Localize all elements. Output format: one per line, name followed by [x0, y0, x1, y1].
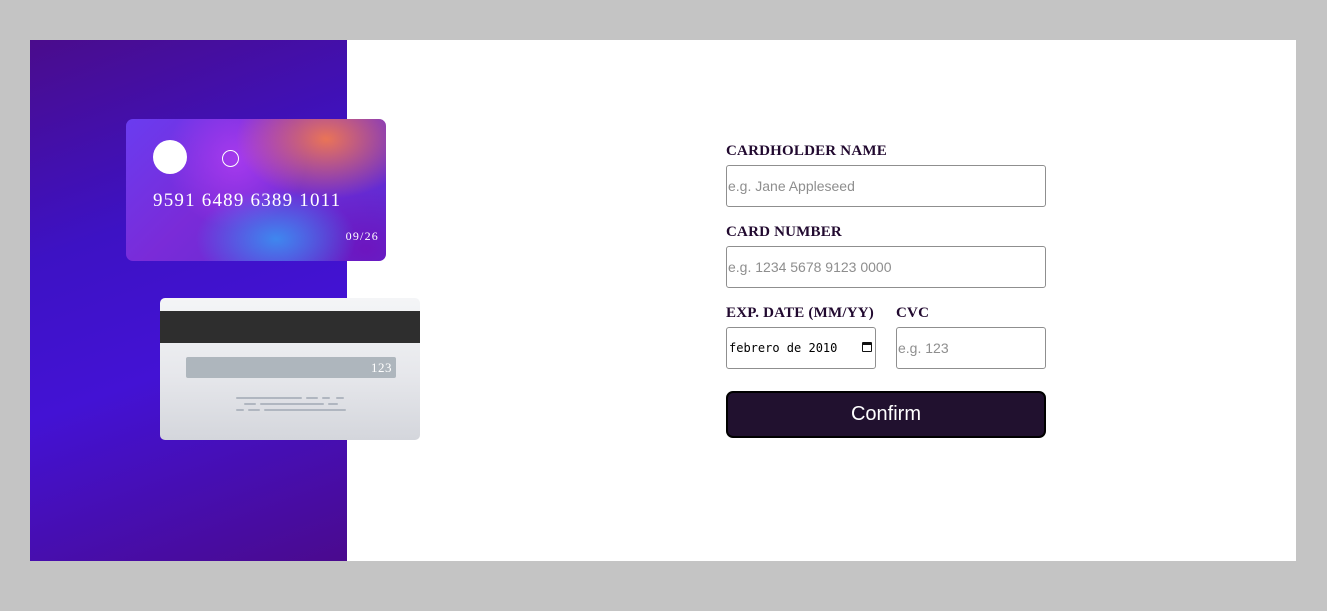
- card-front-number: 9591 6489 6389 1011: [153, 190, 342, 211]
- page-frame: 9591 6489 6389 1011 09/26 123 CARDHOLDER…: [30, 40, 1296, 561]
- card-back-fine-print: [236, 397, 346, 415]
- card-number-input[interactable]: [726, 246, 1046, 288]
- cvc-input[interactable]: [896, 327, 1046, 369]
- cardholder-group: CARDHOLDER NAME: [726, 143, 1046, 207]
- fine-print-line: [322, 397, 330, 399]
- fine-print-line: [248, 409, 260, 411]
- fine-print-line: [328, 403, 338, 405]
- fine-print-line: [264, 409, 346, 411]
- expiry-cvc-row: EXP. DATE (MM/YY) febrero de 2010 CVC: [726, 305, 1046, 369]
- card-number-group: CARD NUMBER: [726, 224, 1046, 288]
- fine-print-line: [260, 403, 324, 405]
- expiry-date-value: febrero de 2010: [729, 341, 838, 355]
- fine-print-line: [336, 397, 344, 399]
- calendar-icon[interactable]: [862, 342, 872, 352]
- expiry-group: EXP. DATE (MM/YY) febrero de 2010: [726, 305, 876, 369]
- expiry-label: EXP. DATE (MM/YY): [726, 305, 874, 321]
- fine-print-line: [244, 403, 256, 405]
- cardholder-label: CARDHOLDER NAME: [726, 143, 887, 159]
- fine-print-line: [306, 397, 318, 399]
- cvc-label: CVC: [896, 305, 930, 321]
- fine-print-line: [236, 397, 302, 399]
- card-back-cvc: 123: [371, 360, 392, 375]
- fine-print-line: [236, 409, 244, 411]
- card-front-expiry: 09/26: [345, 229, 379, 243]
- card-number-label: CARD NUMBER: [726, 224, 842, 240]
- card-back: 123: [160, 298, 420, 440]
- expiry-date-input[interactable]: febrero de 2010: [726, 327, 876, 369]
- cvc-group: CVC: [896, 305, 1046, 369]
- card-front: 9591 6489 6389 1011 09/26: [126, 119, 386, 261]
- card-details-form: CARDHOLDER NAME CARD NUMBER EXP. DATE (M…: [726, 143, 1046, 438]
- card-logo-outline-circle: [222, 150, 239, 167]
- signature-strip: 123: [186, 357, 396, 378]
- cardholder-input[interactable]: [726, 165, 1046, 207]
- confirm-button[interactable]: Confirm: [726, 391, 1046, 438]
- magnetic-strip: [160, 311, 420, 343]
- card-logo-filled-circle: [153, 140, 187, 174]
